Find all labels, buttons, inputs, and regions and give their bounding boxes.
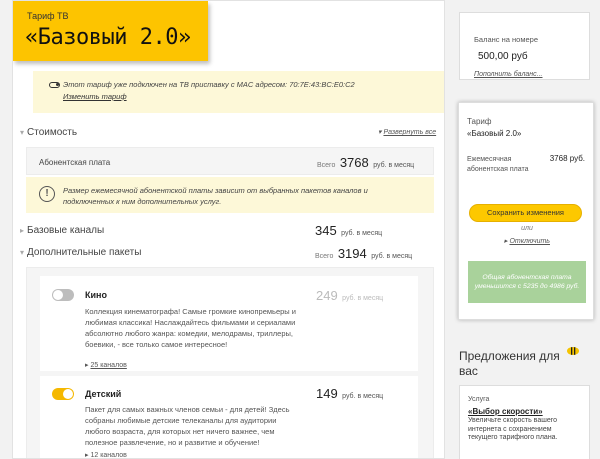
balance-label: Баланс на номере <box>474 35 538 44</box>
offer-description: Увеличьте скорость вашего интернета с со… <box>468 417 558 441</box>
offer-card[interactable]: Услуга «Выбор скорости» Увеличьте скорос… <box>459 385 590 459</box>
exclamation-icon: ! <box>39 186 55 202</box>
fee-warning: ! Размер ежемесячной абонентской платы з… <box>26 177 434 213</box>
tariff-header: Тариф ТВ «Базовый 2.0» <box>13 1 208 61</box>
topup-balance-link[interactable]: Пополнить баланс... <box>474 71 543 78</box>
disable-link[interactable]: ▸ Отключить <box>459 237 595 245</box>
connected-notice: Этот тариф уже подключен на ТВ приставку… <box>33 71 444 113</box>
package-card-kino: Кино 249 руб. в месяц Коллекция кинемато… <box>40 276 418 371</box>
package-channel-count[interactable]: ▸ 25 каналов <box>85 361 127 369</box>
additional-packages-title[interactable]: ▾ Дополнительные пакеты <box>20 247 141 258</box>
or-text: или <box>521 225 533 232</box>
package-price: 149 руб. в месяц <box>316 386 384 401</box>
additional-packages-total: Всего 3194 руб. в месяц <box>315 246 413 261</box>
package-card-detskiy: Детский 149 руб. в месяц Пакет для самых… <box>40 376 418 458</box>
tariff-title: «Базовый 2.0» <box>25 25 191 50</box>
change-tariff-link[interactable]: Изменить тариф <box>63 92 127 101</box>
offer-name-link[interactable]: «Выбор скорости» <box>468 407 543 416</box>
package-description: Коллекция кинематографа! Самые громкие к… <box>85 307 296 349</box>
summary-tariff-name: «Базовый 2.0» <box>467 129 522 138</box>
base-channels-price: 345 руб. в месяц <box>315 223 383 238</box>
package-description: Пакет для самых важных членов семьи - дл… <box>85 405 290 447</box>
summary-fee-value: 3768 руб. <box>549 154 585 163</box>
tariff-summary-card: Тариф «Базовый 2.0» Ежемесячная абонентс… <box>458 102 594 320</box>
chevron-down-icon: ▾ <box>20 128 25 137</box>
summary-label: Тариф <box>467 117 492 126</box>
expand-all-link[interactable]: ▾ Развернуть все <box>378 128 436 136</box>
fee-label: Абонентская плата <box>39 158 111 167</box>
offer-type: Услуга <box>468 396 490 403</box>
offers-title: Предложения для вас <box>459 349 560 378</box>
balance-card: Баланс на номере 500,00 руб Пополнить ба… <box>459 12 590 80</box>
bee-logo-icon <box>567 347 579 355</box>
monthly-fee-row: Абонентская плата Всего 3768 руб. в меся… <box>26 147 434 175</box>
tariff-type-label: Тариф ТВ <box>27 11 69 21</box>
fee-total: Всего 3768 руб. в месяц <box>317 155 415 170</box>
base-channels-title[interactable]: ▸ Базовые каналы <box>20 225 104 236</box>
balance-value: 500,00 руб <box>478 51 528 62</box>
package-name: Кино <box>85 290 107 300</box>
package-price: 249 руб. в месяц <box>316 288 384 303</box>
summary-fee-label: Ежемесячная абонентская плата <box>467 156 529 173</box>
fee-change-note: Общая абонентская плата уменьшится с 523… <box>468 261 586 303</box>
save-changes-button[interactable]: Сохранить изменения <box>469 204 582 222</box>
tv-box-icon <box>49 82 60 88</box>
package-channel-count[interactable]: ▸ 12 каналов <box>85 451 127 458</box>
packages-list: Кино 249 руб. в месяц Коллекция кинемато… <box>26 267 434 458</box>
chevron-right-icon: ▸ <box>20 226 25 235</box>
cost-section-title[interactable]: ▾ Стоимость <box>20 127 77 138</box>
warning-text: Размер ежемесячной абонентской платы зав… <box>63 186 368 206</box>
package-name: Детский <box>85 389 122 399</box>
package-toggle-kino[interactable] <box>52 289 74 301</box>
tariff-panel: Тариф ТВ «Базовый 2.0» Этот тариф уже по… <box>12 0 445 459</box>
package-toggle-detskiy[interactable] <box>52 388 74 400</box>
notice-text: Этот тариф уже подключен на ТВ приставку… <box>63 80 355 89</box>
chevron-down-icon: ▾ <box>20 248 25 257</box>
